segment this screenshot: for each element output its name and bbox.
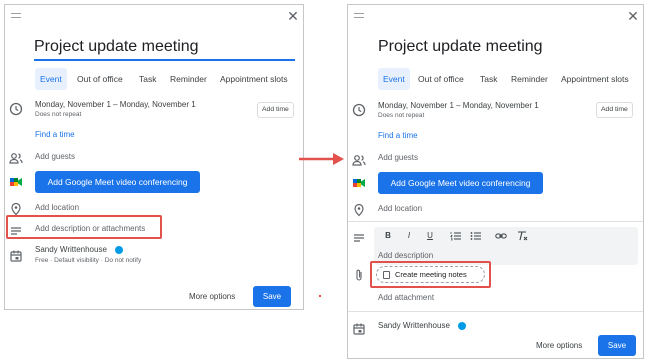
google-meet-icon — [352, 176, 366, 190]
tab-appointment-slots[interactable]: Appointment slots — [220, 68, 288, 90]
drag-handle-icon[interactable] — [354, 13, 364, 18]
description-editor[interactable]: B I U Add description — [374, 227, 638, 265]
close-button[interactable]: ✕ — [625, 8, 641, 24]
add-time-button[interactable]: Add time — [257, 102, 294, 118]
calendar-owner[interactable]: Sandy Writtenhouse — [378, 321, 450, 330]
add-time-button[interactable]: Add time — [596, 102, 633, 118]
event-dialog-before: ✕ Project update meeting Event Out of of… — [4, 4, 304, 310]
date-range[interactable]: Monday, November 1 – Monday, November 1 — [378, 101, 539, 110]
location-pin-icon — [9, 202, 23, 216]
tab-event[interactable]: Event — [35, 68, 67, 90]
find-time-link[interactable]: Find a time — [378, 131, 418, 140]
section-divider — [348, 221, 643, 222]
add-attachment-link[interactable]: Add attachment — [378, 293, 434, 302]
bulleted-list-icon[interactable] — [470, 231, 482, 241]
drag-handle-icon[interactable] — [11, 13, 21, 18]
save-button[interactable]: Save — [253, 286, 291, 307]
bold-button[interactable]: B — [382, 231, 394, 240]
add-guests-field[interactable]: Add guests — [378, 153, 418, 162]
tab-out-of-office[interactable]: Out of office — [77, 68, 123, 90]
tab-reminder[interactable]: Reminder — [170, 68, 207, 90]
link-icon[interactable] — [495, 231, 507, 241]
event-title-input[interactable]: Project update meeting — [34, 35, 295, 61]
calendar-color-dot — [458, 322, 466, 330]
add-google-meet-button[interactable]: Add Google Meet video conferencing — [35, 171, 200, 193]
save-button[interactable]: Save — [598, 335, 636, 356]
arrow-icon — [299, 153, 344, 165]
paperclip-icon — [352, 268, 366, 282]
guests-icon — [9, 151, 23, 165]
repeat-setting[interactable]: Does not repeat — [35, 111, 81, 118]
event-title-input[interactable]: Project update meeting — [378, 35, 639, 61]
tab-task[interactable]: Task — [139, 68, 156, 90]
date-range[interactable]: Monday, November 1 – Monday, November 1 — [35, 100, 196, 109]
add-location-field[interactable]: Add location — [378, 204, 422, 213]
description-icon — [352, 231, 366, 245]
find-time-link[interactable]: Find a time — [35, 130, 75, 139]
more-options-button[interactable]: More options — [536, 341, 582, 350]
add-location-field[interactable]: Add location — [35, 203, 79, 212]
clock-icon — [9, 102, 23, 116]
google-meet-icon — [9, 175, 23, 189]
tab-task[interactable]: Task — [480, 68, 497, 90]
add-guests-field[interactable]: Add guests — [35, 152, 75, 161]
calendar-details[interactable]: Free · Default visibility · Do not notif… — [35, 257, 141, 264]
guests-icon — [352, 153, 366, 167]
clear-formatting-icon[interactable] — [516, 231, 528, 241]
tab-appointment-slots[interactable]: Appointment slots — [561, 68, 629, 90]
close-button[interactable]: ✕ — [285, 8, 301, 24]
event-dialog-after: ✕ Project update meeting Event Out of of… — [347, 4, 644, 359]
description-input[interactable]: Add description — [378, 251, 433, 260]
highlight-box — [6, 215, 162, 239]
more-options-button[interactable]: More options — [189, 292, 235, 301]
tab-event[interactable]: Event — [378, 68, 410, 90]
clock-icon — [352, 103, 366, 117]
underline-button[interactable]: U — [424, 231, 436, 240]
location-pin-icon — [352, 203, 366, 217]
add-google-meet-button[interactable]: Add Google Meet video conferencing — [378, 172, 543, 194]
calendar-color-dot — [115, 246, 123, 254]
highlight-box — [370, 261, 491, 288]
calendar-icon — [9, 249, 23, 263]
calendar-icon — [352, 322, 366, 336]
italic-button[interactable]: I — [403, 231, 415, 240]
tab-reminder[interactable]: Reminder — [511, 68, 548, 90]
tab-out-of-office[interactable]: Out of office — [418, 68, 464, 90]
stray-mark — [319, 295, 321, 297]
repeat-setting[interactable]: Does not repeat — [378, 112, 424, 119]
calendar-owner[interactable]: Sandy Writtenhouse — [35, 245, 107, 254]
section-divider — [348, 311, 643, 312]
numbered-list-icon[interactable] — [450, 231, 462, 241]
